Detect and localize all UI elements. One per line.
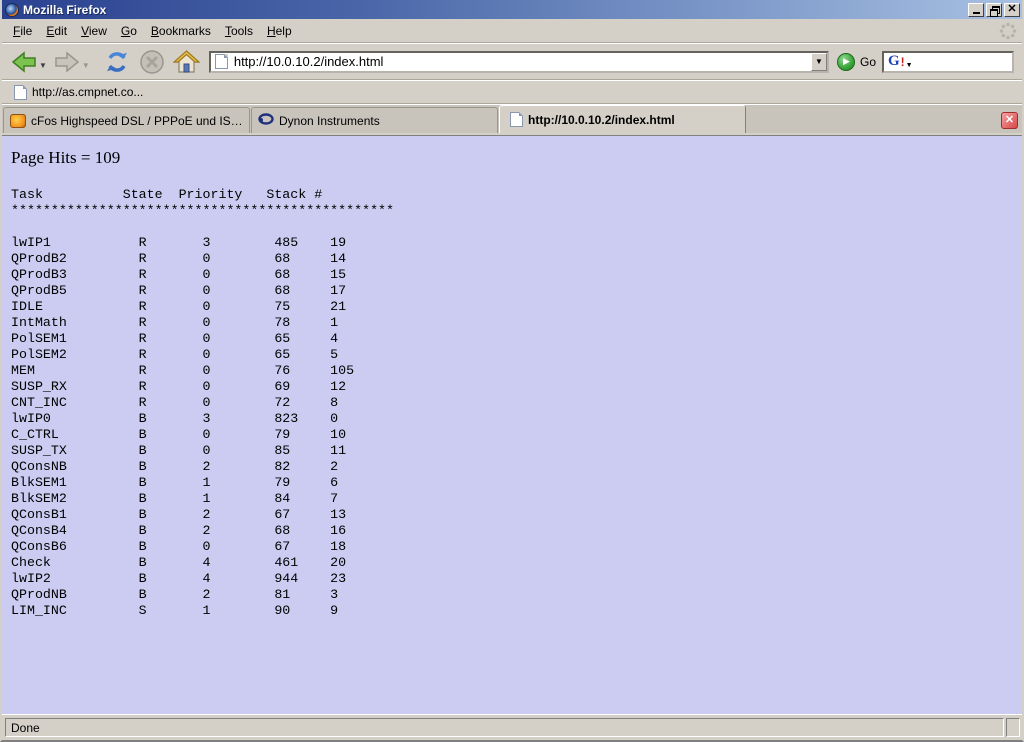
menu-help[interactable]: Help — [260, 21, 299, 41]
close-icon: ✕ — [1007, 4, 1016, 15]
go-label: Go — [860, 55, 876, 69]
page-icon — [510, 112, 523, 127]
page-hits-text: Page Hits = 109 — [11, 148, 1022, 168]
cfos-icon — [10, 114, 26, 128]
bookmarks-toolbar: http://as.cmpnet.co... — [2, 80, 1022, 104]
bookmark-label: http://as.cmpnet.co... — [32, 85, 143, 99]
stop-button[interactable] — [138, 47, 166, 77]
tab-bar: cFos Highspeed DSL / PPPoE und ISDN CAP.… — [2, 104, 1022, 135]
back-button[interactable] — [10, 47, 38, 77]
home-button[interactable] — [172, 47, 201, 77]
address-dropdown-button[interactable]: ▼ — [811, 53, 827, 71]
dynon-icon — [258, 113, 274, 128]
minimize-icon — [973, 12, 980, 14]
task-table: Task State Priority Stack # ************… — [11, 187, 1022, 619]
address-bar[interactable]: ▼ — [209, 51, 829, 73]
page-content: Page Hits = 109 Task State Priority Stac… — [2, 135, 1022, 714]
address-input[interactable] — [232, 54, 811, 70]
menu-bookmarks[interactable]: Bookmarks — [144, 21, 218, 41]
search-input[interactable] — [915, 54, 1024, 70]
back-icon — [11, 51, 37, 73]
restore-icon — [990, 6, 998, 14]
menu-file[interactable]: File — [6, 21, 39, 41]
go-icon: ▶ — [837, 53, 855, 71]
home-icon — [173, 50, 200, 74]
reload-icon — [103, 49, 131, 75]
menu-bar-items: FileEditViewGoBookmarksToolsHelp — [6, 21, 299, 41]
forward-icon — [54, 51, 80, 73]
status-panel: Done — [5, 718, 1004, 737]
browser-window: Mozilla Firefox ✕ FileEditViewGoBookmark… — [0, 0, 1024, 742]
menu-go[interactable]: Go — [114, 21, 144, 41]
google-logo-icon: G — [888, 54, 900, 69]
minimize-button[interactable] — [968, 3, 984, 17]
address-page-icon — [215, 54, 228, 69]
close-tab-button[interactable]: ✕ — [1001, 112, 1018, 129]
tab-label: Dynon Instruments — [279, 114, 380, 128]
reload-button[interactable] — [102, 47, 132, 77]
menu-edit[interactable]: Edit — [39, 21, 74, 41]
tab-label: cFos Highspeed DSL / PPPoE und ISDN CAP.… — [31, 114, 243, 128]
firefox-logo-icon — [5, 3, 19, 17]
google-logo-accent: ! — [901, 55, 905, 69]
window-title: Mozilla Firefox — [23, 3, 966, 17]
status-bar: Done — [2, 714, 1022, 740]
search-box[interactable]: G! ▼ — [882, 51, 1014, 73]
menu-bar: FileEditViewGoBookmarksToolsHelp — [2, 19, 1022, 43]
resize-grip[interactable] — [1006, 718, 1020, 737]
tab-1[interactable]: cFos Highspeed DSL / PPPoE und ISDN CAP.… — [3, 107, 250, 133]
restore-button[interactable] — [986, 3, 1002, 17]
status-text: Done — [11, 721, 40, 735]
tab-label: http://10.0.10.2/index.html — [528, 113, 675, 127]
bookmark-item[interactable]: http://as.cmpnet.co... — [8, 83, 149, 102]
menu-view[interactable]: View — [74, 21, 114, 41]
forward-dropdown-icon[interactable]: ▼ — [82, 61, 90, 70]
back-dropdown-icon[interactable]: ▼ — [39, 61, 47, 70]
forward-button[interactable] — [53, 47, 81, 77]
close-button[interactable]: ✕ — [1004, 3, 1020, 17]
tab-3[interactable]: http://10.0.10.2/index.html — [499, 105, 746, 133]
stop-icon — [139, 49, 165, 75]
bookmark-page-icon — [14, 85, 27, 100]
go-button[interactable]: ▶ Go — [837, 53, 876, 71]
tab-2[interactable]: Dynon Instruments — [251, 107, 498, 133]
navigation-toolbar: ▼ ▼ — [2, 43, 1022, 80]
throbber-icon — [998, 21, 1018, 41]
menu-tools[interactable]: Tools — [218, 21, 260, 41]
tab-strip: cFos Highspeed DSL / PPPoE und ISDN CAP.… — [2, 105, 746, 133]
search-engine-dropdown-icon[interactable]: ▼ — [906, 62, 913, 69]
title-bar: Mozilla Firefox ✕ — [2, 0, 1022, 19]
